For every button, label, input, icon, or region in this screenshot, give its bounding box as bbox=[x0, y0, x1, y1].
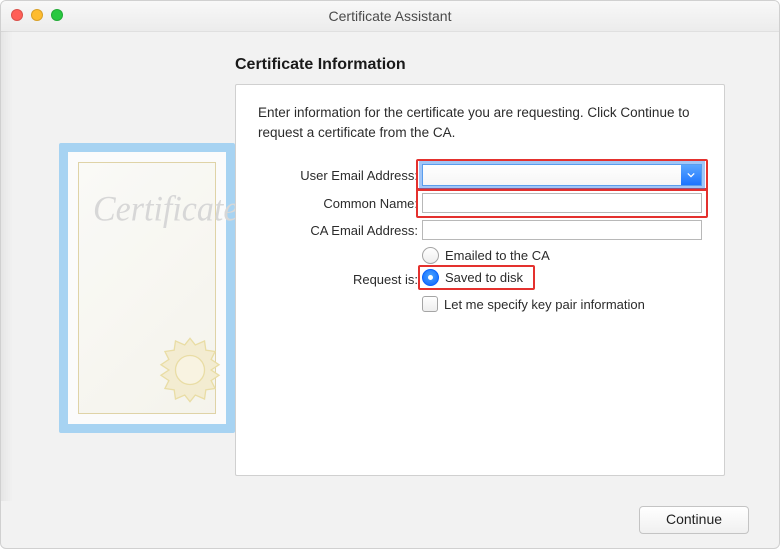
keypair-checkbox-label: Let me specify key pair information bbox=[444, 297, 645, 312]
window: Certificate Assistant Certificate Certif… bbox=[0, 0, 780, 549]
label-ca-email: CA Email Address: bbox=[258, 223, 422, 238]
radio-saved-label: Saved to disk bbox=[445, 270, 523, 285]
titlebar: Certificate Assistant bbox=[1, 1, 779, 32]
page-title: Certificate Information bbox=[235, 56, 725, 74]
keypair-checkbox-row[interactable]: Let me specify key pair information bbox=[422, 296, 702, 312]
user-email-combo[interactable] bbox=[422, 164, 702, 186]
label-request-is: Request is: bbox=[258, 272, 422, 287]
radio-emailed[interactable]: Emailed to the CA bbox=[422, 247, 702, 264]
radio-icon bbox=[422, 269, 439, 286]
ca-email-field[interactable] bbox=[422, 220, 702, 240]
highlight-common-name bbox=[416, 188, 708, 218]
chevron-down-icon[interactable] bbox=[681, 165, 701, 185]
checkbox-icon bbox=[422, 296, 438, 312]
window-controls bbox=[11, 9, 63, 21]
close-icon[interactable] bbox=[11, 9, 23, 21]
radio-icon bbox=[422, 247, 439, 264]
window-title: Certificate Assistant bbox=[329, 8, 452, 24]
form-panel: Enter information for the certificate yo… bbox=[235, 84, 725, 476]
radio-saved[interactable]: Saved to disk bbox=[422, 269, 523, 286]
highlight-user-email bbox=[416, 159, 708, 191]
intro-text: Enter information for the certificate yo… bbox=[258, 103, 702, 142]
common-name-field[interactable] bbox=[422, 193, 702, 213]
continue-button[interactable]: Continue bbox=[639, 506, 749, 534]
zoom-icon[interactable] bbox=[51, 9, 63, 21]
minimize-icon[interactable] bbox=[31, 9, 43, 21]
highlight-saved: Saved to disk bbox=[418, 265, 535, 290]
label-user-email: User Email Address: bbox=[258, 168, 422, 183]
radio-emailed-label: Emailed to the CA bbox=[445, 248, 550, 263]
label-common-name: Common Name: bbox=[258, 196, 422, 211]
